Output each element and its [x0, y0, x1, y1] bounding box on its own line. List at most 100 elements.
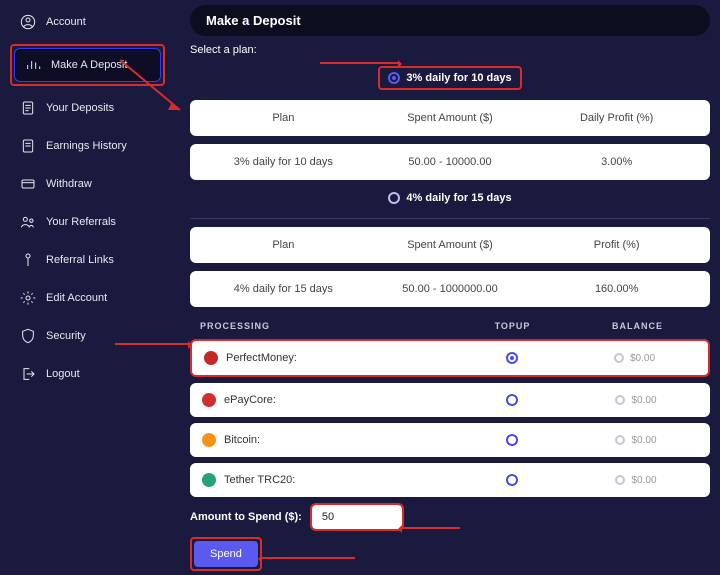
- table-header: Plan Spent Amount ($) Daily Profit (%): [190, 100, 710, 136]
- proc-name: Tether TRC20:: [224, 474, 295, 486]
- bars-icon: [25, 57, 41, 73]
- plan2-radio-bar: 4% daily for 15 days: [190, 188, 710, 208]
- plan2-row-table: 4% daily for 15 days 50.00 - 1000000.00 …: [190, 271, 710, 307]
- sidebar-item-label: Logout: [46, 368, 80, 380]
- processing-row-tether[interactable]: Tether TRC20: $0.00: [190, 463, 710, 497]
- topup-radio[interactable]: [450, 394, 574, 406]
- cell-plan: 3% daily for 10 days: [200, 156, 367, 168]
- col-spent: Spent Amount ($): [367, 112, 534, 124]
- plan1-header-table: Plan Spent Amount ($) Daily Profit (%): [190, 100, 710, 136]
- topup-radio[interactable]: [450, 352, 573, 364]
- annotation-arrow: [400, 527, 460, 529]
- sidebar-item-security[interactable]: Security: [10, 320, 165, 352]
- amount-row: Amount to Spend ($):: [190, 505, 710, 529]
- sidebar-item-label: Account: [46, 16, 86, 28]
- processing-row-epaycore[interactable]: ePayCore: $0.00: [190, 383, 710, 417]
- sidebar-item-edit-account[interactable]: Edit Account: [10, 282, 165, 314]
- balance-radio[interactable]: $0.00: [574, 475, 698, 486]
- radio-icon: [506, 394, 518, 406]
- bitcoin-icon: [202, 433, 216, 447]
- plan1-radio-bar: 3% daily for 10 days: [190, 66, 710, 90]
- topup-radio[interactable]: [450, 434, 574, 446]
- cell-profit: 3.00%: [533, 156, 700, 168]
- sidebar-item-label: Earnings History: [46, 140, 127, 152]
- radio-icon: [506, 434, 518, 446]
- cell-spent: 50.00 - 10000.00: [367, 156, 534, 168]
- proc-name: ePayCore:: [224, 394, 276, 406]
- table-header: Plan Spent Amount ($) Profit (%): [190, 227, 710, 263]
- amount-label: Amount to Spend ($):: [190, 511, 302, 523]
- link-icon: [20, 252, 36, 268]
- annotation-box-spend: Spend: [190, 537, 262, 571]
- radio-dot-icon: [388, 72, 400, 84]
- sidebar-item-label: Your Deposits: [46, 102, 114, 114]
- balance-value: $0.00: [630, 353, 655, 364]
- plan1-row-table: 3% daily for 10 days 50.00 - 10000.00 3.…: [190, 144, 710, 180]
- balance-value: $0.00: [631, 475, 656, 486]
- sidebar-item-account[interactable]: Account: [10, 6, 165, 38]
- proc-name: PerfectMoney:: [226, 352, 297, 364]
- spend-button[interactable]: Spend: [194, 541, 258, 567]
- plan2-radio[interactable]: 4% daily for 15 days: [380, 188, 519, 208]
- sidebar-item-label: Edit Account: [46, 292, 107, 304]
- annotation-arrow: [115, 343, 190, 345]
- annotation-arrow: [260, 557, 355, 559]
- radio-icon: [615, 435, 625, 445]
- sidebar-item-referrals[interactable]: Your Referrals: [10, 206, 165, 238]
- sidebar-item-withdraw[interactable]: Withdraw: [10, 168, 165, 200]
- table-row: 4% daily for 15 days 50.00 - 1000000.00 …: [190, 271, 710, 307]
- sidebar-item-referral-links[interactable]: Referral Links: [10, 244, 165, 276]
- tether-icon: [202, 473, 216, 487]
- balance-value: $0.00: [631, 435, 656, 446]
- col-topup: TOPUP: [450, 321, 575, 331]
- amount-input[interactable]: [312, 505, 402, 529]
- sidebar-item-label: Withdraw: [46, 178, 92, 190]
- radio-icon: [614, 353, 624, 363]
- radio-icon: [506, 474, 518, 486]
- plan1-radio-label: 3% daily for 10 days: [406, 72, 511, 84]
- col-profit: Profit (%): [533, 239, 700, 251]
- balance-value: $0.00: [631, 395, 656, 406]
- sidebar-item-label: Referral Links: [46, 254, 114, 266]
- processing-row-bitcoin[interactable]: Bitcoin: $0.00: [190, 423, 710, 457]
- plan1-radio[interactable]: 3% daily for 10 days: [378, 66, 521, 90]
- select-plan-label: Select a plan:: [190, 44, 710, 56]
- divider: [190, 218, 710, 219]
- col-plan: Plan: [200, 112, 367, 124]
- plan2-header-table: Plan Spent Amount ($) Profit (%): [190, 227, 710, 263]
- annotation-arrow: [320, 62, 400, 64]
- col-processing: PROCESSING: [200, 321, 450, 331]
- gear-icon: [20, 290, 36, 306]
- sidebar-item-label: Security: [46, 330, 86, 342]
- epaycore-icon: [202, 393, 216, 407]
- balance-radio[interactable]: $0.00: [573, 353, 696, 364]
- sidebar-item-logout[interactable]: Logout: [10, 358, 165, 390]
- table-row: 3% daily for 10 days 50.00 - 10000.00 3.…: [190, 144, 710, 180]
- col-profit: Daily Profit (%): [533, 112, 700, 124]
- user-circle-icon: [20, 14, 36, 30]
- radio-icon: [506, 352, 518, 364]
- document-icon: [20, 100, 36, 116]
- sidebar-item-label: Your Referrals: [46, 216, 116, 228]
- main-content: Make a Deposit Select a plan: 3% daily f…: [190, 5, 710, 571]
- card-icon: [20, 176, 36, 192]
- radio-icon: [615, 395, 625, 405]
- col-balance: BALANCE: [575, 321, 700, 331]
- balance-radio[interactable]: $0.00: [574, 435, 698, 446]
- topup-radio[interactable]: [450, 474, 574, 486]
- processing-row-perfectmoney[interactable]: PerfectMoney: $0.00: [190, 339, 710, 377]
- cell-plan: 4% daily for 15 days: [200, 283, 367, 295]
- users-icon: [20, 214, 36, 230]
- logout-icon: [20, 366, 36, 382]
- balance-radio[interactable]: $0.00: [574, 395, 698, 406]
- proc-name: Bitcoin:: [224, 434, 260, 446]
- sidebar-item-label: Make A Deposit: [51, 59, 127, 71]
- shield-icon: [20, 328, 36, 344]
- perfectmoney-icon: [204, 351, 218, 365]
- col-spent: Spent Amount ($): [367, 239, 534, 251]
- sidebar-item-earnings[interactable]: Earnings History: [10, 130, 165, 162]
- plan2-radio-label: 4% daily for 15 days: [406, 192, 511, 204]
- radio-icon: [615, 475, 625, 485]
- cell-profit: 160.00%: [533, 283, 700, 295]
- page-title: Make a Deposit: [190, 5, 710, 36]
